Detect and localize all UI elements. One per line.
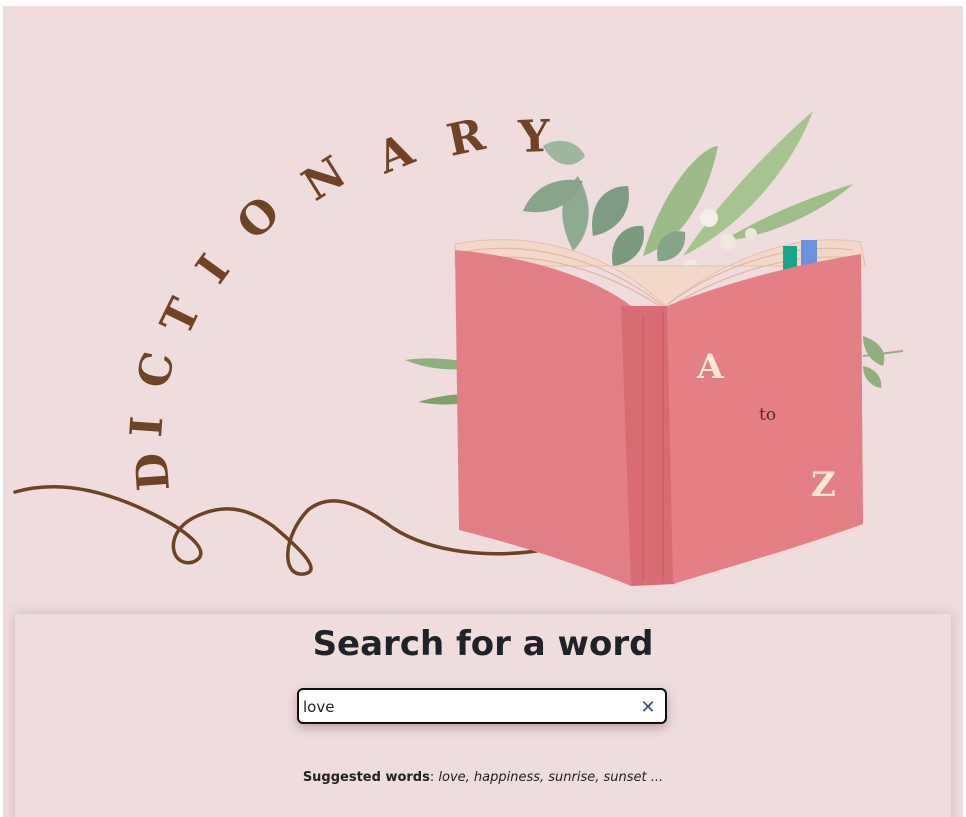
suggested-sep: : bbox=[429, 770, 435, 785]
suggested-words: Suggested words: love, happiness, sunris… bbox=[15, 770, 951, 785]
arc-letter: D bbox=[126, 451, 180, 493]
book-letter-z: Z bbox=[811, 465, 836, 505]
hero-artwork: D I C T I O N A R Y A to Z bbox=[13, 109, 904, 586]
book-letter-a: A bbox=[696, 347, 724, 387]
suggested-label: Suggested words bbox=[302, 770, 430, 785]
search-title: Search for a word bbox=[312, 624, 654, 664]
arc-letter: N bbox=[294, 147, 355, 212]
page-background: D I C T I O N A R Y A to Z Search for a … bbox=[3, 6, 963, 817]
arc-letter: I bbox=[121, 415, 173, 439]
close-icon[interactable]: ✕ bbox=[637, 696, 659, 718]
arc-letter: A bbox=[369, 124, 421, 185]
arc-letter: I bbox=[187, 246, 240, 293]
search-input[interactable] bbox=[303, 695, 633, 719]
search-card: Search for a word ✕ Suggested words: lov… bbox=[15, 614, 951, 817]
arc-letter: Y bbox=[517, 111, 552, 163]
arc-letter: C bbox=[128, 347, 185, 392]
book-connector-to: to bbox=[759, 405, 776, 425]
arc-letter: R bbox=[443, 109, 490, 167]
dictionary-illustration: D I C T I O N A R Y A to Z bbox=[3, 6, 963, 606]
search-box[interactable]: ✕ bbox=[297, 688, 667, 724]
book-cover-left bbox=[455, 250, 631, 586]
arc-letter: O bbox=[227, 187, 290, 250]
suggested-list: love, happiness, sunrise, sunset ... bbox=[438, 770, 664, 785]
arc-letter: T bbox=[151, 291, 211, 343]
